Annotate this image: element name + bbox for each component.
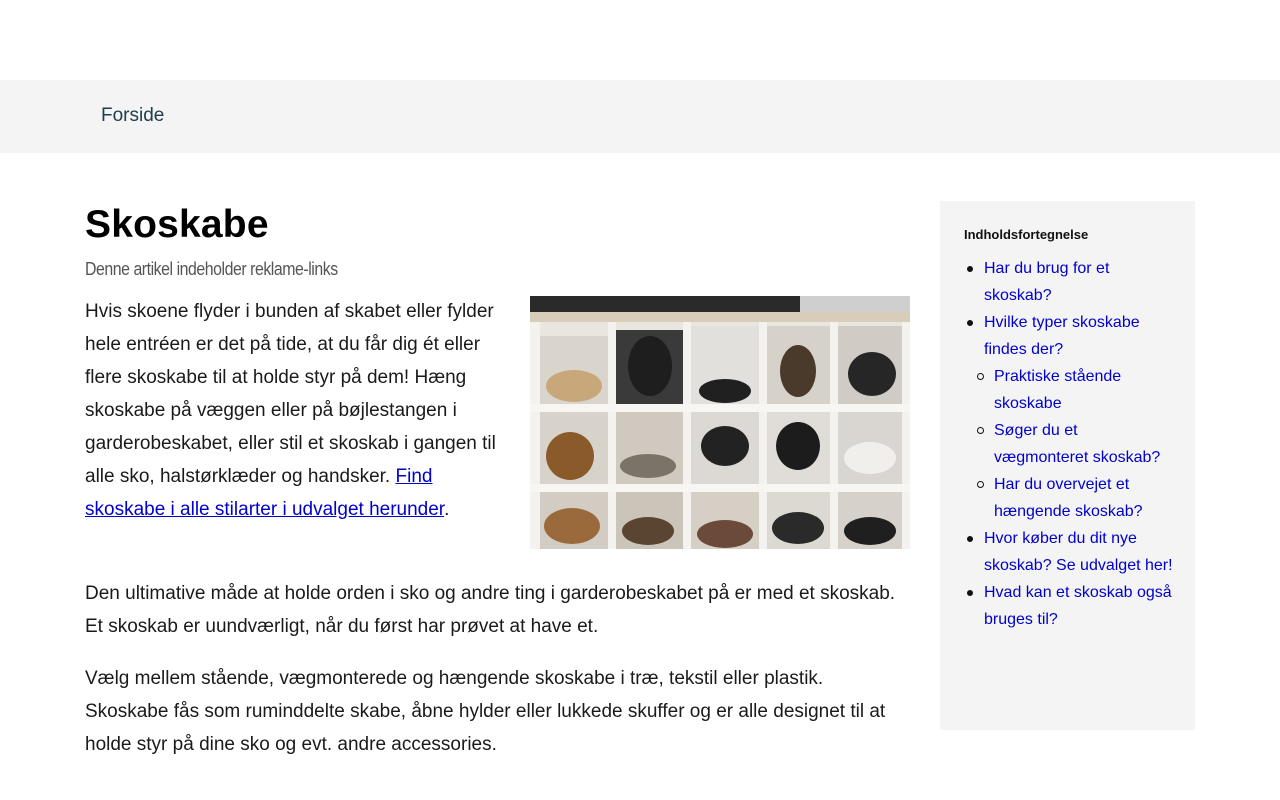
main-navigation: Forside [0, 80, 1280, 153]
toc-item: Hvilke typer skoskabe findes der? [964, 309, 1174, 363]
table-of-contents: Indholdsfortegnelse Har du brug for et s… [940, 201, 1195, 730]
toc-link-where-to-buy[interactable]: Hvor køber du dit nye skoskab? Se udvalg… [984, 525, 1174, 579]
toc-subitem: Søger du et vægmonteret skoskab? [964, 417, 1174, 471]
paragraph-2: Den ultimative måde at holde orden i sko… [85, 583, 896, 637]
toc-link-need-shoe-cabinet[interactable]: Har du brug for et skoskab? [984, 255, 1174, 309]
article: Skoskabe Denne artikel indeholder reklam… [85, 200, 910, 755]
shoe-cabinet-photo-icon [530, 296, 910, 549]
ad-disclaimer: Denne artikel indeholder reklame-links [85, 259, 338, 279]
toc-item: Hvad kan et skoskab også bruges til? [964, 579, 1174, 633]
site-header [0, 0, 1280, 80]
toc-link-standing[interactable]: Praktiske stående skoskabe [994, 363, 1174, 417]
paragraph-3: Vælg mellem stående, vægmonterede og hæn… [85, 668, 886, 755]
toc-subitem: Har du overvejet et hængende skoskab? [964, 471, 1174, 525]
toc-link-wall-mounted[interactable]: Søger du et vægmonteret skoskab? [994, 417, 1174, 471]
intro-text: Hvis skoene flyder i bunden af skabet el… [85, 301, 496, 487]
intro-paragraph: Hvis skoene flyder i bunden af skabet el… [85, 295, 517, 526]
toc-link-other-uses[interactable]: Hvad kan et skoskab også bruges til? [984, 579, 1174, 633]
toc-item: Hvor køber du dit nye skoskab? Se udvalg… [964, 525, 1174, 579]
toc-link-types[interactable]: Hvilke typer skoskabe findes der? [984, 309, 1174, 363]
toc-item: Har du brug for et skoskab? [964, 255, 1174, 309]
nav-link-home[interactable]: Forside [101, 104, 164, 128]
shoe-cabinet-image [530, 296, 910, 549]
toc-link-hanging[interactable]: Har du overvejet et hængende skoskab? [994, 471, 1174, 525]
page-title: Skoskabe [85, 203, 269, 246]
toc-subitem: Praktiske stående skoskabe [964, 363, 1174, 417]
intro-end: . [444, 499, 450, 520]
toc-list: Har du brug for et skoskab? Hvilke typer… [964, 255, 1174, 633]
toc-title: Indholdsfortegnelse [964, 227, 1089, 242]
